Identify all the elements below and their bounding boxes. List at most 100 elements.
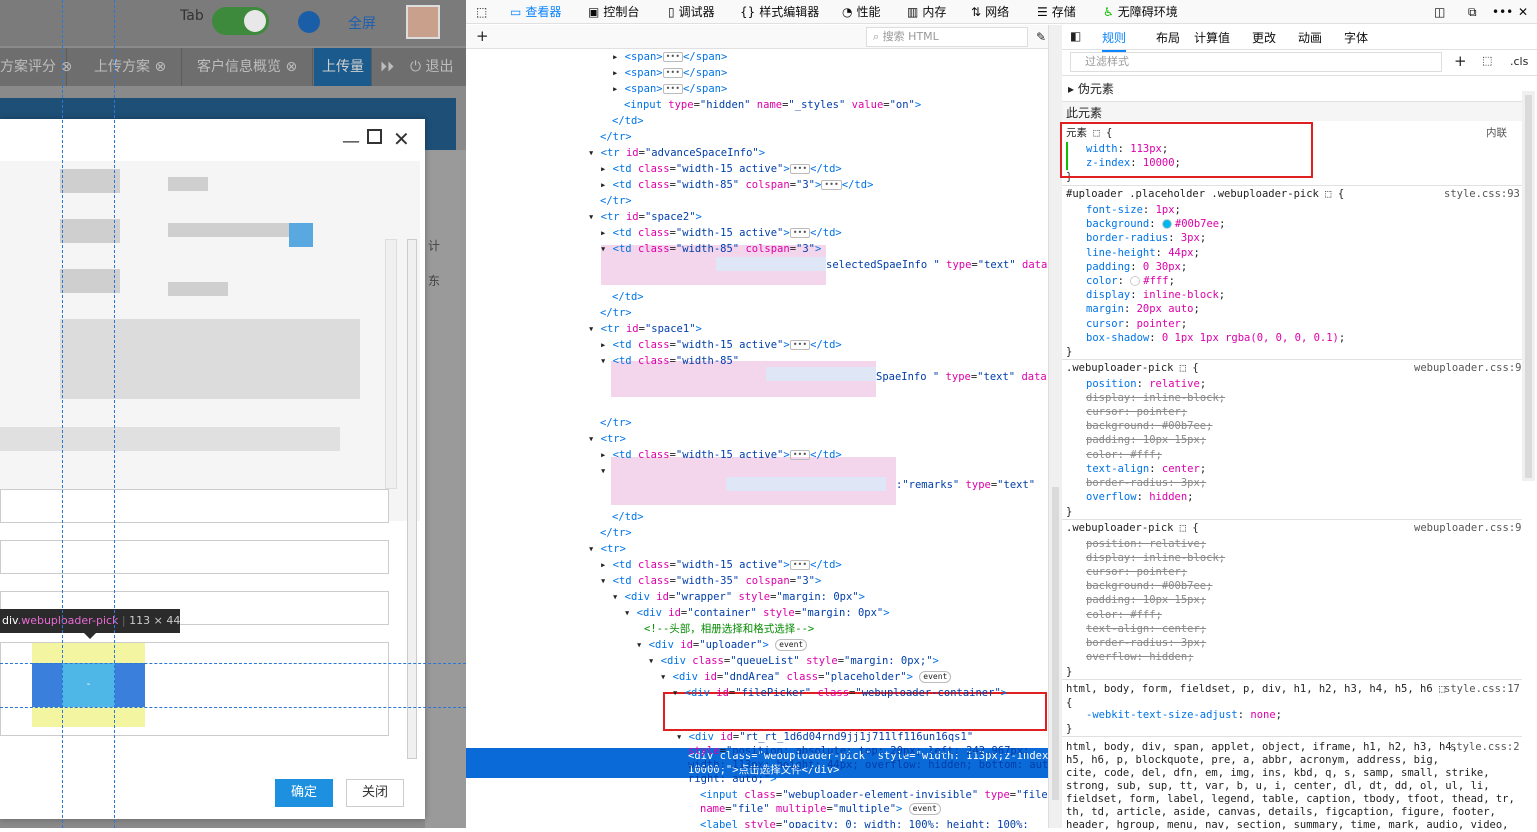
markup-line[interactable]: SpaeInfo " type="text" data- bbox=[876, 369, 1048, 385]
rules-scrollbar[interactable] bbox=[1522, 91, 1535, 481]
markup-line[interactable]: ▾ <tr id="advanceSpaceInfo"> bbox=[588, 145, 765, 161]
overridden-declaration[interactable]: overflow: hidden; bbox=[1086, 650, 1194, 664]
markup-line[interactable]: ▾ <tr id="space1"> bbox=[588, 321, 702, 337]
css-declaration[interactable]: cursor: pointer; bbox=[1086, 317, 1187, 331]
overridden-declaration[interactable]: position: relative; bbox=[1086, 537, 1206, 551]
markup-line[interactable]: ▾ <div id="filePicker" class="webuploade… bbox=[672, 685, 1007, 701]
rule-source[interactable]: webuploader.css:9 bbox=[1414, 521, 1521, 535]
tab-rules[interactable]: 规则 bbox=[1102, 29, 1127, 52]
rule-selector[interactable]: html, body, form, fieldset, p, div, h1, … bbox=[1066, 682, 1445, 696]
rule-selector[interactable]: header, hgroup, menu, nav, section, summ… bbox=[1066, 818, 1509, 832]
more-icon[interactable]: ••• bbox=[1492, 0, 1513, 24]
markup-line[interactable]: ▸ <td class="width-15 active"> ••• </td> bbox=[600, 161, 842, 177]
toggle-pseudo-icon[interactable]: ⬚ bbox=[1482, 54, 1492, 67]
tab-customer-overview[interactable]: 客户信息概览 ⊗ bbox=[189, 48, 313, 86]
css-declaration[interactable]: box-shadow: 0 1px 1px rgba(0, 0, 0, 0.1)… bbox=[1086, 331, 1345, 345]
rule-close[interactable]: } bbox=[1066, 722, 1072, 736]
sidebar-toggle-icon[interactable]: ◧ bbox=[1070, 29, 1081, 43]
close-icon[interactable]: ⊗ bbox=[154, 59, 166, 75]
markup-line[interactable]: </tr> bbox=[600, 525, 632, 541]
pseudo-elements-toggle[interactable]: ▸ 伪元素 bbox=[1068, 80, 1114, 97]
rules-scrollbar-thumb[interactable] bbox=[1525, 95, 1532, 478]
tab-toggle[interactable] bbox=[212, 7, 269, 35]
tab-network[interactable]: ⇅ 网络 bbox=[971, 0, 1009, 24]
overridden-declaration[interactable]: text-align: center; bbox=[1086, 622, 1206, 636]
markup-line[interactable]: ▾ <tr> bbox=[588, 431, 626, 447]
tab-accessibility[interactable]: ♿ 无障碍环境 bbox=[1103, 0, 1178, 24]
tab-debugger[interactable]: ▯ 调试器 bbox=[668, 0, 715, 24]
markup-line[interactable]: ▾ <div id="wrapper" style="margin: 0px"> bbox=[612, 589, 865, 605]
add-node-icon[interactable]: + bbox=[476, 27, 489, 45]
rule-open[interactable]: { bbox=[1066, 696, 1072, 710]
markup-line[interactable]: <!--头部，相册选择和格式选择--> bbox=[644, 621, 814, 637]
css-declaration[interactable]: display: inline-block; bbox=[1086, 288, 1225, 302]
add-rule-icon[interactable]: + bbox=[1454, 52, 1467, 70]
overridden-declaration[interactable]: cursor: pointer; bbox=[1086, 565, 1187, 579]
tab-inspector[interactable]: ▭ 查看器 bbox=[510, 0, 561, 24]
markup-line[interactable]: :"remarks" type="text" bbox=[896, 477, 1035, 493]
logout-button[interactable]: ⏻ 退出 bbox=[402, 48, 466, 86]
markup-line[interactable]: ▸ <td class="width-15 active"> ••• </td> bbox=[600, 337, 842, 353]
markup-line[interactable]: selectedSpaeInfo " type="text" data- bbox=[826, 257, 1048, 273]
close-icon[interactable]: ✕ bbox=[393, 127, 410, 151]
rule-close[interactable]: } bbox=[1066, 665, 1072, 679]
overridden-declaration[interactable]: border-radius: 3px; bbox=[1086, 636, 1206, 650]
tab-changes[interactable]: 更改 bbox=[1252, 29, 1276, 46]
rule-source[interactable]: webuploader.css:9 bbox=[1414, 361, 1521, 375]
markup-line[interactable]: ▾ <td class="width-85" bbox=[600, 353, 739, 369]
overridden-declaration[interactable]: display: inline-block; bbox=[1086, 551, 1225, 565]
overridden-declaration[interactable]: cursor: pointer; bbox=[1086, 405, 1187, 419]
avatar[interactable] bbox=[406, 5, 440, 39]
tab-animations[interactable]: 动画 bbox=[1298, 29, 1322, 46]
tab-computed[interactable]: 计算值 bbox=[1194, 29, 1230, 46]
dialog-scrollbar[interactable] bbox=[407, 239, 417, 759]
rule-selector[interactable]: strong, sub, sup, tt, var, b, u, i, cent… bbox=[1066, 779, 1490, 793]
tab-scheme-score[interactable]: 方案评分 ⊗ bbox=[0, 48, 72, 86]
markup-line[interactable]: </tr> bbox=[600, 415, 632, 431]
tab-memory[interactable]: ▥ 内存 bbox=[907, 0, 946, 24]
search-html-input[interactable]: ⌕ 搜索 HTML bbox=[866, 27, 1028, 47]
tab-fonts[interactable]: 字体 bbox=[1344, 29, 1368, 46]
markup-line[interactable]: ▾ <tr id="space2"> bbox=[588, 209, 702, 225]
markup-line[interactable]: </tr> bbox=[600, 305, 632, 321]
overridden-declaration[interactable]: border-radius: 3px; bbox=[1086, 476, 1206, 490]
overridden-declaration[interactable]: background: #00b7ee; bbox=[1086, 579, 1212, 593]
theme-dot-icon[interactable] bbox=[298, 11, 320, 33]
tab-scroll-right-icon[interactable]: ⏵⏵ bbox=[372, 48, 402, 86]
markup-line[interactable]: ▸ <td class="width-15 active"> ••• </td> bbox=[600, 225, 842, 241]
tab-console[interactable]: ▣ 控制台 bbox=[588, 0, 639, 24]
rule-source[interactable]: style.css:17 bbox=[1444, 682, 1520, 696]
markup-line[interactable]: ▾ bbox=[600, 463, 606, 479]
markup-line[interactable]: name="file" multiple="multiple"> event bbox=[700, 801, 941, 817]
markup-line[interactable]: ▾ <div id="uploader"> event bbox=[636, 637, 808, 653]
element-picker-icon[interactable]: ⬚ bbox=[476, 0, 487, 24]
rule-selector[interactable]: #uploader .placeholder .webuploader-pick… bbox=[1066, 187, 1344, 201]
css-declaration[interactable]: border-radius: 3px; bbox=[1086, 231, 1206, 245]
markup-line[interactable]: ▾ <div class="queueList" style="margin: … bbox=[648, 653, 939, 669]
markup-line[interactable]: ▾ <td class="width-85" colspan="3"> bbox=[600, 241, 821, 257]
overridden-declaration[interactable]: color: #fff; bbox=[1086, 608, 1162, 622]
color-swatch[interactable] bbox=[1130, 276, 1141, 286]
markup-line[interactable]: </tr> bbox=[600, 193, 632, 209]
markup-line[interactable]: ▾ <div id="dndArea" class="placeholder">… bbox=[660, 669, 952, 685]
overridden-declaration[interactable]: padding: 10px 15px; bbox=[1086, 593, 1206, 607]
css-declaration[interactable]: line-height: 44px; bbox=[1086, 246, 1200, 260]
markup-line[interactable]: <input type="hidden" name="_styles" valu… bbox=[624, 97, 921, 113]
inner-scrollbar[interactable] bbox=[385, 239, 397, 489]
tab-upload-scheme[interactable]: 上传方案 ⊗ bbox=[86, 48, 182, 86]
markup-line[interactable]: right: auto;"> bbox=[688, 771, 777, 787]
css-declaration[interactable]: margin: 20px auto; bbox=[1086, 302, 1200, 316]
markup-line[interactable]: </td> bbox=[612, 289, 644, 305]
tab-upload-volume[interactable]: 上传量 bbox=[314, 48, 372, 86]
fullscreen-button[interactable]: 全屏 bbox=[348, 13, 376, 33]
markup-line[interactable]: </td> bbox=[612, 113, 644, 129]
tab-storage[interactable]: ☰ 存储 bbox=[1037, 0, 1076, 24]
css-declaration[interactable]: position: relative; bbox=[1086, 377, 1206, 391]
markup-line[interactable]: ▸ <span> ••• </span> bbox=[612, 49, 727, 65]
rule-selector[interactable]: th, td, article, aside, canvas, details,… bbox=[1066, 805, 1496, 819]
markup-line[interactable]: </tr> bbox=[600, 129, 632, 145]
minimize-icon[interactable]: — bbox=[342, 131, 360, 152]
markup-line[interactable]: ▸ <span> ••• </span> bbox=[612, 65, 727, 81]
overridden-declaration[interactable]: padding: 10px 15px; bbox=[1086, 433, 1206, 447]
eyedropper-icon[interactable]: ✎ bbox=[1036, 30, 1046, 44]
